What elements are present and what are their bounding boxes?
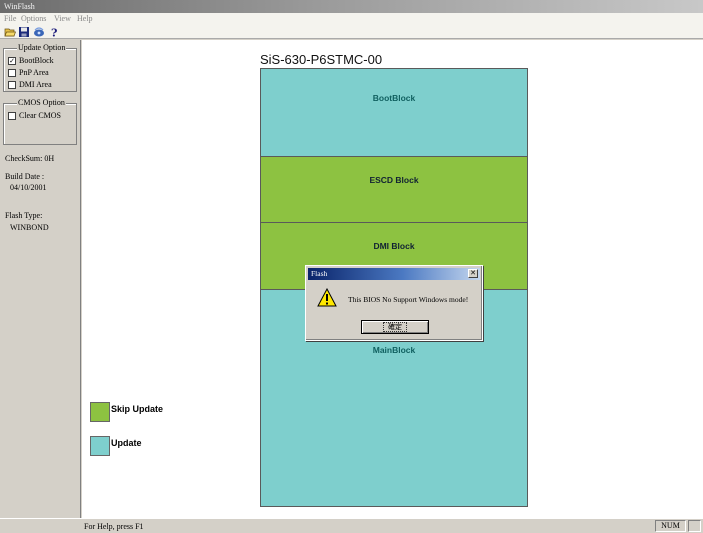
toolbar: ?: [0, 25, 703, 39]
checksum-text: CheckSum: 0H: [5, 154, 55, 163]
bootblock-checkbox[interactable]: ✓: [8, 56, 16, 65]
pnp-area-checkbox-row[interactable]: PnP Area: [8, 68, 49, 77]
clear-cmos-checkbox[interactable]: [8, 111, 16, 120]
dmi-block-region-label: DMI Block: [373, 241, 415, 251]
flash-type-value: WINBOND: [10, 223, 49, 232]
pnp-area-checkbox[interactable]: [8, 68, 16, 77]
dialog-close-button[interactable]: ✕: [468, 269, 478, 278]
status-bar: For Help, press F1 NUM: [0, 518, 703, 533]
escd-block-region-label: ESCD Block: [369, 175, 419, 185]
dmi-area-label: DMI Area: [19, 80, 52, 89]
svg-text:?: ?: [51, 27, 57, 39]
menu-options[interactable]: Options: [21, 14, 46, 23]
update-swatch: [90, 436, 110, 456]
mainblock-region-label: MainBlock: [372, 345, 416, 355]
clear-cmos-label: Clear CMOS: [19, 111, 61, 120]
status-help-text: For Help, press F1: [84, 522, 144, 531]
menu-file[interactable]: File: [4, 14, 16, 23]
clear-cmos-checkbox-row[interactable]: Clear CMOS: [8, 111, 61, 120]
bootblock-label: BootBlock: [19, 56, 54, 65]
menu-help[interactable]: Help: [77, 14, 93, 23]
bootblock-region-label: BootBlock: [372, 93, 416, 103]
warning-icon: [317, 288, 337, 307]
update-label: Update: [111, 438, 142, 448]
update-option-title: Update Option: [17, 43, 67, 52]
num-lock-text: NUM: [661, 521, 680, 530]
escd-block-region: ESCD Block: [260, 156, 528, 223]
dialog-ok-button[interactable]: 確定: [361, 320, 429, 334]
dialog-titlebar[interactable]: Flash ✕: [308, 268, 480, 280]
menu-view[interactable]: View: [54, 14, 71, 23]
window-titlebar[interactable]: WinFlash: [0, 0, 703, 13]
build-date-label: Build Date :: [5, 172, 45, 181]
flash-warning-dialog: Flash ✕ This BIOS No Support Windows mod…: [305, 265, 483, 341]
dialog-message: This BIOS No Support Windows mode!: [348, 295, 469, 304]
bootblock-checkbox-row[interactable]: ✓ BootBlock: [8, 56, 54, 65]
cmos-option-group: CMOS Option Clear CMOS: [3, 98, 77, 145]
skip-update-swatch: [90, 402, 110, 422]
flash-icon[interactable]: [33, 26, 45, 38]
num-lock-indicator: NUM: [655, 520, 686, 532]
build-date-value: 04/10/2001: [10, 183, 47, 192]
help-icon[interactable]: ?: [48, 26, 60, 39]
pnp-area-label: PnP Area: [19, 68, 49, 77]
menu-bar: File Options View Help: [0, 13, 703, 25]
flash-type-label: Flash Type:: [5, 211, 43, 220]
update-option-group: Update Option ✓ BootBlock PnP Area DMI A…: [3, 43, 77, 92]
dialog-title: Flash: [311, 269, 328, 278]
dialog-ok-label: 確定: [383, 322, 407, 332]
dmi-area-checkbox-row[interactable]: DMI Area: [8, 80, 52, 89]
cmos-option-title: CMOS Option: [17, 98, 66, 107]
bootblock-region: BootBlock: [260, 68, 528, 157]
bios-title: SiS-630-P6STMC-00: [260, 52, 383, 67]
status-extra-cell: [688, 520, 701, 532]
dmi-area-checkbox[interactable]: [8, 80, 16, 89]
open-icon[interactable]: [4, 26, 16, 38]
save-icon[interactable]: [18, 26, 30, 38]
skip-update-label: Skip Update: [111, 404, 164, 414]
window-title: WinFlash: [4, 2, 35, 11]
options-sidebar: Update Option ✓ BootBlock PnP Area DMI A…: [0, 40, 81, 518]
